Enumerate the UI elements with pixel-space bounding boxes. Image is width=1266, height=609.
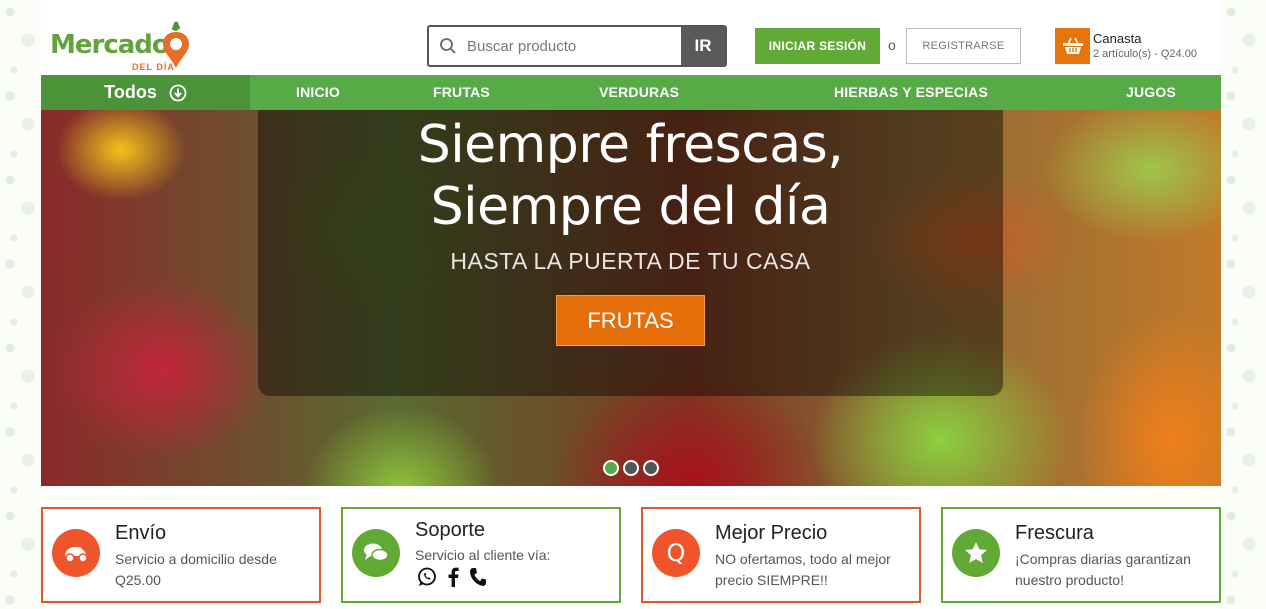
nav-item-frutas[interactable]: FRUTAS <box>433 75 490 110</box>
feature-description: Servicio al cliente vía: <box>415 547 551 563</box>
or-separator: o <box>888 37 896 53</box>
feature-description: NO ofertamos, todo al mejor precio SIEMP… <box>715 551 891 588</box>
feature-card-envio: Envío Servicio a domicilio desde Q25.00 <box>41 507 321 603</box>
cart-button[interactable] <box>1055 28 1090 64</box>
feature-card-mejor-precio: Q Mejor Precio NO ofertamos, todo al mej… <box>641 507 921 603</box>
cart-title[interactable]: Canasta <box>1093 31 1141 46</box>
nav-item-jugos[interactable]: JUGOS <box>1126 75 1176 110</box>
login-button[interactable]: INICIAR SESIÓN <box>755 28 880 64</box>
feature-title: Mejor Precio <box>715 522 828 544</box>
nav-item-verduras[interactable]: VERDURAS <box>599 75 679 110</box>
carousel-dots <box>603 460 659 476</box>
delivery-icon <box>52 529 100 577</box>
hero-title: Siempre frescas, Siempre del día <box>258 114 1003 238</box>
basket-icon <box>1062 37 1083 54</box>
whatsapp-icon[interactable] <box>417 567 437 587</box>
carousel-dot[interactable] <box>623 460 639 476</box>
chat-icon <box>352 529 400 577</box>
hero-subtitle: HASTA LA PUERTA DE TU CASA <box>450 248 811 274</box>
feature-card-frescura: Frescura ¡Compras diarias garantizan nue… <box>941 507 1221 603</box>
background-pattern-right <box>1221 0 1266 609</box>
feature-title: Envío <box>115 522 167 544</box>
hero-title-line2: Siempre del día <box>430 177 831 237</box>
phone-icon[interactable] <box>469 567 487 587</box>
hero-title-line1: Siempre frescas, <box>417 115 844 175</box>
price-q-letter: Q <box>666 539 686 567</box>
hero-banner: Siempre frescas, Siempre del día HASTA L… <box>41 110 1221 486</box>
page-container: Mercado DEL DÍA IR INICIAR SESIÓN o REGI… <box>41 0 1221 603</box>
price-q-icon: Q <box>652 529 700 577</box>
carousel-dot[interactable] <box>643 460 659 476</box>
carousel-dot[interactable] <box>603 460 619 476</box>
feature-description: Servicio a domicilio desde Q25.00 <box>115 551 277 588</box>
logo-wordmark: Mercado <box>50 30 170 60</box>
nav-item-hierbas-especias[interactable]: HIERBAS Y ESPECIAS <box>834 75 988 110</box>
nav-todos-dropdown[interactable]: Todos <box>41 75 250 110</box>
arrow-down-circle-icon <box>169 84 187 101</box>
register-button[interactable]: REGISTRARSE <box>906 28 1021 64</box>
nav-todos-label: Todos <box>104 82 157 102</box>
feature-description: ¡Compras diarias garantizan nuestro prod… <box>1015 551 1191 588</box>
hero-cta-button[interactable]: FRUTAS <box>556 295 705 346</box>
search-icon <box>429 27 467 65</box>
site-header: Mercado DEL DÍA IR INICIAR SESIÓN o REGI… <box>41 0 1221 75</box>
support-channels <box>417 567 487 587</box>
cart-summary: 2 artículo(s) - Q24.00 <box>1093 48 1197 60</box>
feature-title: Soporte <box>415 519 486 541</box>
feature-card-soporte: Soporte Servicio al cliente vía: <box>341 507 621 603</box>
feature-title: Frescura <box>1015 522 1094 544</box>
logo-tagline: DEL DÍA <box>132 62 175 72</box>
site-logo[interactable]: Mercado DEL DÍA <box>50 18 190 72</box>
background-pattern-left <box>0 0 41 609</box>
star-icon <box>952 529 1000 577</box>
search-input[interactable] <box>467 27 681 65</box>
search-bar: IR <box>427 25 727 67</box>
facebook-icon[interactable] <box>447 567 459 587</box>
search-submit-button[interactable]: IR <box>681 27 725 65</box>
nav-item-inicio[interactable]: INICIO <box>296 75 340 110</box>
main-nav: Todos INICIO FRUTAS VERDURAS HIERBAS Y E… <box>41 75 1221 110</box>
features-row: Envío Servicio a domicilio desde Q25.00 … <box>41 486 1221 603</box>
